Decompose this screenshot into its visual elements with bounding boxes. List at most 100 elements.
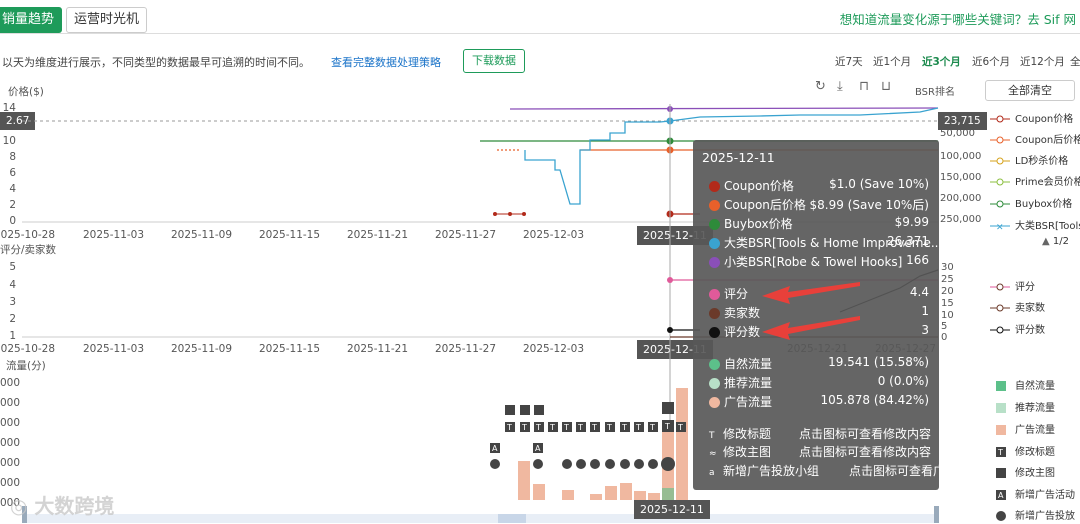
annotation-arrows — [762, 282, 860, 340]
legend-category-bsr[interactable]: ✕ 大类BSR[Tools — [990, 217, 1080, 233]
watermark-logo-icon: ◎ — [10, 494, 35, 518]
review-count-dot — [709, 327, 720, 338]
legend-rating[interactable]: 评分 — [990, 278, 1035, 293]
subcategory-bsr-line — [509, 107, 939, 110]
svg-text:T: T — [591, 423, 597, 432]
ad-group-icon — [620, 459, 630, 469]
ad-traffic-bar — [620, 483, 632, 500]
ad-campaign-icon: A — [990, 490, 1010, 500]
ad-group-icon — [990, 511, 1010, 521]
arrow-icon — [762, 282, 860, 304]
image-change-icon — [990, 468, 1010, 478]
legend-marker-icon — [990, 114, 1010, 124]
image-change-icon: ≈ — [709, 449, 717, 459]
legend-seller-count[interactable]: 卖家数 — [990, 299, 1045, 314]
legend-marker-icon — [990, 177, 1010, 187]
ad-group-icon — [605, 459, 615, 469]
svg-text:T: T — [606, 423, 612, 432]
image-change-icon — [662, 402, 674, 414]
image-change-icon — [505, 405, 515, 415]
legend-ad-group[interactable]: 新增广告投放 — [990, 507, 1075, 522]
ad-group-icon — [661, 457, 675, 471]
svg-text:T: T — [535, 423, 541, 432]
review-count-point — [667, 327, 673, 333]
legend-title-change[interactable]: T 修改标题 — [990, 443, 1055, 458]
legend-buybox-price[interactable]: Buybox价格 — [990, 195, 1072, 210]
svg-text:A: A — [492, 444, 498, 453]
rating-point — [667, 277, 673, 283]
legend-marker-icon: ✕ — [990, 221, 1010, 233]
legend-ld-price[interactable]: LD秒杀价格 — [990, 152, 1068, 167]
legend-marker-icon — [990, 282, 1010, 292]
ad-group-icon — [648, 459, 658, 469]
legend-coupon-after-price[interactable]: Coupon后价格 — [990, 131, 1080, 146]
zoom-slider-handle — [934, 506, 939, 523]
tooltip-row: 广告流量 105.878 (84.42%) — [709, 393, 929, 411]
title-change-icon: T — [990, 447, 1010, 457]
ad-group-icon — [576, 459, 586, 469]
legend-marker-icon — [990, 156, 1010, 166]
ad-group-icon — [634, 459, 644, 469]
zoom-slider-handle — [498, 514, 526, 523]
ad-group-icon — [562, 459, 572, 469]
image-change-icon — [534, 405, 544, 415]
organic-traffic-bar — [662, 488, 674, 500]
image-change-icon — [520, 405, 530, 415]
ad-group-icon — [490, 459, 500, 469]
svg-text:T: T — [677, 423, 683, 432]
tooltip-row: 小类BSR[Robe & Towel Hooks] 166 — [709, 253, 929, 271]
ad-traffic-bar — [590, 494, 602, 500]
legend-ad-traffic[interactable]: 广告流量 — [990, 421, 1055, 436]
referral-dot — [709, 378, 720, 389]
title-change-icon: T — [709, 431, 715, 441]
svg-text:T: T — [506, 423, 512, 432]
legend-marker-icon — [990, 325, 1010, 335]
svg-text:A: A — [998, 491, 1004, 500]
ad-group-icon — [590, 459, 600, 469]
rating-dot — [709, 289, 720, 300]
tooltip-event: a 新增广告投放小组 点击图标可查看广告详情 — [709, 464, 982, 478]
legend-ad-campaign[interactable]: A 新增广告活动 — [990, 486, 1075, 501]
ad-traffic-bar — [518, 461, 530, 500]
svg-text:T: T — [563, 423, 569, 432]
coupon-after-dot — [709, 200, 720, 211]
seller-dot — [709, 308, 720, 319]
legend-marker-icon — [990, 403, 1010, 413]
buybox-dot — [709, 219, 720, 230]
legend-referral-traffic[interactable]: 推荐流量 — [990, 399, 1055, 414]
tooltip-event: ≈ 修改主图 点击图标可查看修改内容 — [709, 445, 932, 459]
legend-marker-icon — [990, 135, 1010, 145]
arrow-icon — [762, 316, 860, 340]
svg-text:T: T — [649, 423, 655, 432]
tooltip-row: Buybox价格 $9.99 — [709, 215, 929, 233]
svg-text:T: T — [635, 423, 641, 432]
ad-traffic-bar — [533, 484, 545, 500]
legend-image-change[interactable]: 修改主图 — [990, 464, 1055, 479]
ad-traffic-bar — [562, 490, 574, 500]
svg-text:T: T — [549, 423, 555, 432]
ad-traffic-bar — [676, 388, 688, 500]
legend-pagination[interactable]: ▲ 1/2 — [1042, 236, 1069, 247]
ad-group-icon — [533, 459, 543, 469]
legend-organic-traffic[interactable]: 自然流量 — [990, 377, 1055, 392]
ad-traffic-bar — [648, 493, 660, 500]
ad-traffic-bar — [605, 486, 617, 500]
legend-marker-icon — [990, 425, 1010, 435]
legend-marker-icon — [990, 381, 1010, 391]
svg-text:A: A — [535, 444, 541, 453]
bsr-dot — [709, 238, 720, 249]
svg-text:T: T — [664, 422, 670, 431]
tooltip-row: 自然流量 19.541 (15.58%) — [709, 355, 929, 373]
organic-dot — [709, 359, 720, 370]
svg-text:T: T — [521, 423, 527, 432]
svg-text:T: T — [997, 448, 1003, 457]
tooltip-event: T 修改标题 点击图标可查看修改内容 — [709, 427, 932, 441]
slider-date-label: 2025-12-11 — [634, 500, 710, 519]
legend-marker-icon — [990, 199, 1010, 209]
ad-dot — [709, 397, 720, 408]
tooltip-date: 2025-12-11 — [702, 150, 775, 165]
legend-prime-price[interactable]: Prime会员价格 — [990, 173, 1080, 188]
legend-review-count[interactable]: 评分数 — [990, 321, 1045, 336]
legend-coupon-price[interactable]: Coupon价格 — [990, 110, 1073, 125]
tooltip-row: 大类BSR[Tools & Home Improveme... 26,371 — [709, 234, 942, 252]
